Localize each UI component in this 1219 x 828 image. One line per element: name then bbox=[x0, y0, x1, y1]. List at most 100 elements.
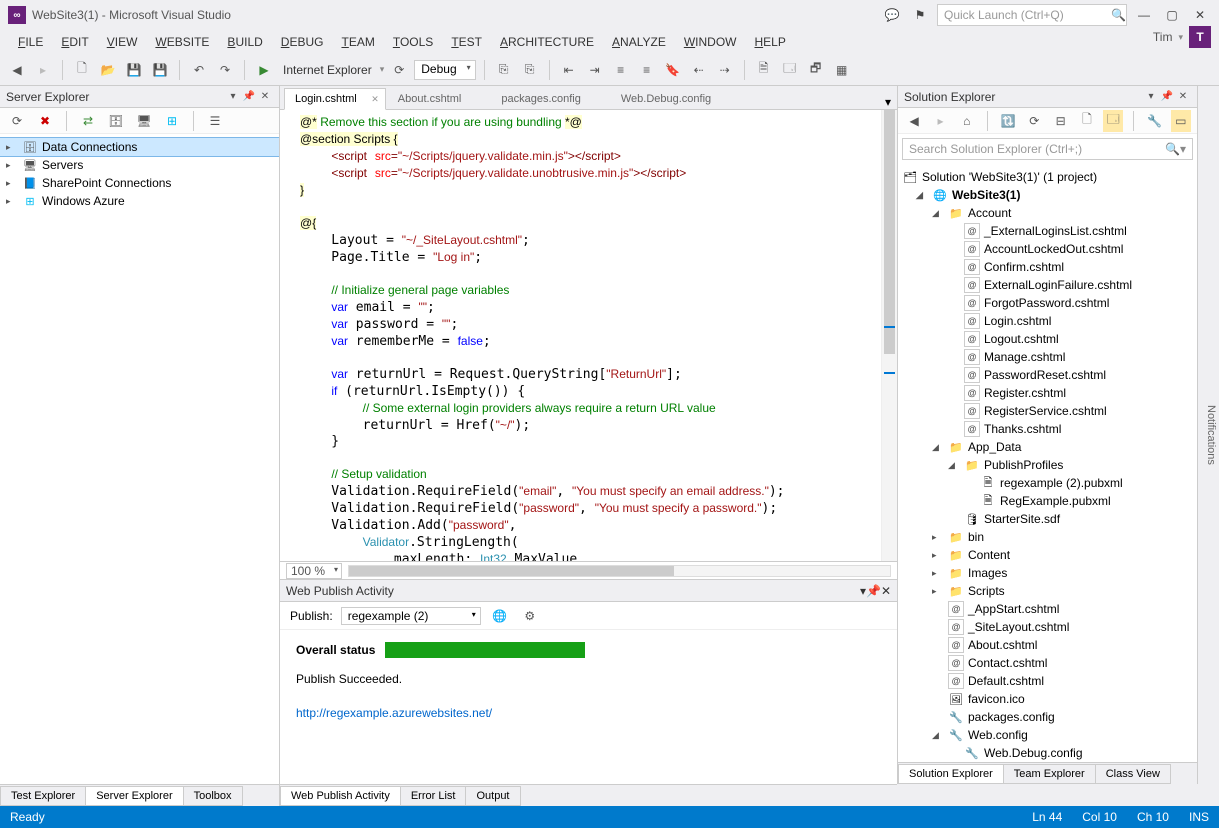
tb-misc-4[interactable]: ▦ bbox=[831, 59, 853, 81]
notifications-tab[interactable]: Notifications bbox=[1197, 86, 1219, 784]
db-icon[interactable]: 🗄 bbox=[105, 110, 127, 132]
solution-tree-item[interactable]: @Default.cshtml bbox=[898, 672, 1197, 690]
refresh-icon[interactable]: ⟳ bbox=[1024, 110, 1044, 132]
publish-url-link[interactable]: http://regexample.azurewebsites.net/ bbox=[296, 706, 881, 720]
solution-tree-item[interactable]: ◢PublishProfiles bbox=[898, 456, 1197, 474]
menu-build[interactable]: BUILD bbox=[219, 32, 270, 52]
solution-node[interactable]: 🗂Solution 'WebSite3(1)' (1 project) bbox=[898, 168, 1197, 186]
user-name[interactable]: Tim bbox=[1153, 30, 1173, 44]
solution-tree-item[interactable]: 🗎regexample (2).pubxml bbox=[898, 474, 1197, 492]
menu-analyze[interactable]: ANALYZE bbox=[604, 32, 674, 52]
tab-dropdown-icon[interactable]: ▾ bbox=[879, 95, 897, 109]
tb-uncomment-icon[interactable]: ≡ bbox=[636, 59, 658, 81]
azure-icon[interactable]: ⊞ bbox=[161, 110, 183, 132]
connect-icon[interactable]: ⇄ bbox=[77, 110, 99, 132]
solution-tree-item[interactable]: @About.cshtml bbox=[898, 636, 1197, 654]
browser-label[interactable]: Internet Explorer bbox=[279, 63, 376, 77]
stop-icon[interactable]: ✖ bbox=[34, 110, 56, 132]
panel-dropdown-icon[interactable]: ▾ bbox=[1143, 89, 1159, 105]
panel-pin-icon[interactable]: 📌 bbox=[866, 584, 881, 598]
expander-icon[interactable]: ▸ bbox=[6, 142, 18, 153]
side-tab[interactable]: Error List bbox=[400, 786, 467, 806]
vertical-scrollbar[interactable] bbox=[881, 110, 897, 561]
config-combo[interactable]: Debug bbox=[414, 60, 475, 80]
solution-tree-item[interactable]: @Thanks.cshtml bbox=[898, 420, 1197, 438]
server-tree-item[interactable]: ▸🖥Servers bbox=[0, 156, 279, 174]
menu-help[interactable]: HELP bbox=[746, 32, 793, 52]
feedback-icon[interactable]: 💬 bbox=[881, 4, 903, 26]
solution-tree-item[interactable]: ▸bin bbox=[898, 528, 1197, 546]
new-project-icon[interactable]: 🗋 bbox=[71, 59, 93, 81]
sync-icon[interactable]: 🔃 bbox=[998, 110, 1018, 132]
side-tab[interactable]: Team Explorer bbox=[1003, 764, 1096, 784]
wrench-icon[interactable]: 🔧 bbox=[1144, 110, 1164, 132]
solution-tree-item[interactable]: @Confirm.cshtml bbox=[898, 258, 1197, 276]
side-tab[interactable]: Server Explorer bbox=[85, 786, 183, 806]
side-tab[interactable]: Solution Explorer bbox=[898, 764, 1004, 784]
editor-tab[interactable]: About.cshtml bbox=[388, 89, 490, 109]
solution-search-input[interactable]: Search Solution Explorer (Ctrl+;) 🔍▾ bbox=[902, 138, 1193, 160]
menu-architecture[interactable]: ARCHITECTURE bbox=[492, 32, 602, 52]
side-tab[interactable]: Toolbox bbox=[183, 786, 243, 806]
menu-window[interactable]: WINDOW bbox=[676, 32, 745, 52]
solution-tree-item[interactable]: @ForgotPassword.cshtml bbox=[898, 294, 1197, 312]
tb-comment-icon[interactable]: ≡ bbox=[610, 59, 632, 81]
solution-tree-item[interactable]: ▸Scripts bbox=[898, 582, 1197, 600]
collapse-icon[interactable]: ⊟ bbox=[1050, 110, 1070, 132]
refresh-icon[interactable]: ⟳ bbox=[388, 59, 410, 81]
expander-icon[interactable]: ◢ bbox=[932, 442, 944, 453]
refresh-icon[interactable]: ⟳ bbox=[6, 110, 28, 132]
editor-tab[interactable]: Web.Debug.config bbox=[611, 89, 739, 109]
server-explorer-tree[interactable]: ▸🗄Data Connections▸🖥Servers▸📘SharePoint … bbox=[0, 134, 279, 784]
open-icon[interactable]: 📂 bbox=[97, 59, 119, 81]
tb-next-icon[interactable]: ⇢ bbox=[714, 59, 736, 81]
solution-tree-item[interactable]: 🖼favicon.ico bbox=[898, 690, 1197, 708]
expander-icon[interactable]: ◢ bbox=[932, 208, 944, 219]
server-tree-item[interactable]: ▸⊞Windows Azure bbox=[0, 192, 279, 210]
panel-pin-icon[interactable]: 📌 bbox=[1159, 89, 1175, 105]
save-icon[interactable]: 💾 bbox=[123, 59, 145, 81]
browser-dropdown-icon[interactable]: ▾ bbox=[380, 64, 385, 75]
solution-tree-item[interactable]: @_AppStart.cshtml bbox=[898, 600, 1197, 618]
solution-tree[interactable]: 🗂Solution 'WebSite3(1)' (1 project)◢WebS… bbox=[898, 164, 1197, 762]
preview-icon[interactable]: ▭ bbox=[1171, 110, 1191, 132]
save-all-icon[interactable]: 💾 bbox=[149, 59, 171, 81]
expander-icon[interactable]: ▸ bbox=[6, 178, 18, 189]
fwd-icon[interactable]: ▸ bbox=[930, 110, 950, 132]
expander-icon[interactable]: ◢ bbox=[916, 190, 928, 201]
side-tab[interactable]: Output bbox=[465, 786, 520, 806]
filter-icon[interactable]: ☰ bbox=[204, 110, 226, 132]
side-tab[interactable]: Web Publish Activity bbox=[280, 786, 401, 806]
solution-tree-item[interactable]: @ExternalLoginFailure.cshtml bbox=[898, 276, 1197, 294]
nav-back-icon[interactable]: ◀ bbox=[6, 59, 28, 81]
expander-icon[interactable]: ◢ bbox=[948, 460, 960, 471]
solution-tree-item[interactable]: 🗎RegExample.pubxml bbox=[898, 492, 1197, 510]
home-icon[interactable]: ⌂ bbox=[957, 110, 977, 132]
expander-icon[interactable]: ▸ bbox=[932, 532, 944, 543]
solution-tree-item[interactable]: @RegisterService.cshtml bbox=[898, 402, 1197, 420]
publish-web-icon[interactable]: 🌐 bbox=[489, 605, 511, 627]
expander-icon[interactable]: ◢ bbox=[932, 730, 944, 741]
server-icon[interactable]: 🖥 bbox=[133, 110, 155, 132]
expander-icon[interactable]: ▸ bbox=[932, 586, 944, 597]
solution-tree-item[interactable]: @_ExternalLoginsList.cshtml bbox=[898, 222, 1197, 240]
zoom-combo[interactable]: 100 % bbox=[286, 563, 342, 579]
side-tab[interactable]: Class View bbox=[1095, 764, 1171, 784]
panel-dropdown-icon[interactable]: ▾ bbox=[225, 89, 241, 105]
tb-prev-icon[interactable]: ⇠ bbox=[688, 59, 710, 81]
solution-tree-item[interactable]: @Login.cshtml bbox=[898, 312, 1197, 330]
side-tab[interactable]: Test Explorer bbox=[0, 786, 86, 806]
solution-tree-item[interactable]: 🔧Web.Debug.config bbox=[898, 744, 1197, 762]
nav-fwd-icon[interactable]: ▸ bbox=[32, 59, 54, 81]
menu-view[interactable]: VIEW bbox=[99, 32, 146, 52]
back-icon[interactable]: ◀ bbox=[904, 110, 924, 132]
solution-tree-item[interactable]: @Logout.cshtml bbox=[898, 330, 1197, 348]
server-tree-item[interactable]: ▸📘SharePoint Connections bbox=[0, 174, 279, 192]
menu-team[interactable]: TEAM bbox=[333, 32, 382, 52]
code-editor[interactable]: @* Remove this section if you are using … bbox=[280, 110, 897, 561]
expander-icon[interactable]: ▸ bbox=[932, 568, 944, 579]
quick-launch-input[interactable]: Quick Launch (Ctrl+Q) 🔍 bbox=[937, 4, 1127, 26]
solution-tree-item[interactable]: ▸Content bbox=[898, 546, 1197, 564]
project-node[interactable]: ◢WebSite3(1) bbox=[898, 186, 1197, 204]
tb-misc-1[interactable]: 🗎 bbox=[753, 59, 775, 81]
